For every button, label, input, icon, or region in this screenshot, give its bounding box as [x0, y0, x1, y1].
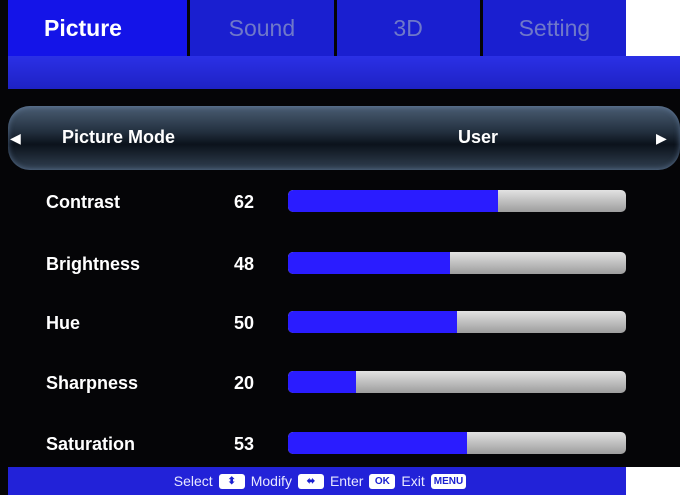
setting-label: Brightness: [46, 254, 141, 274]
contrast-slider[interactable]: [288, 190, 626, 212]
left-right-icon: ⬌: [297, 473, 324, 489]
setting-value: 53: [234, 434, 255, 454]
setting-label: Contrast: [46, 192, 121, 212]
setting-label: Hue: [46, 313, 81, 333]
setting-row-brightness[interactable]: Brightness 48: [0, 244, 680, 284]
slider-fill: [288, 371, 356, 393]
up-down-icon: ⬍: [218, 473, 245, 489]
tab-setting[interactable]: Setting: [482, 0, 626, 56]
top-right-blank: [626, 0, 680, 56]
brightness-slider[interactable]: [288, 252, 626, 274]
tab-picture[interactable]: Picture: [8, 0, 188, 56]
picture-mode-value: User: [458, 127, 499, 147]
triangle-left-icon[interactable]: ◀: [10, 130, 21, 147]
setting-value: 48: [234, 254, 255, 274]
slider-fill: [288, 252, 451, 274]
setting-row-contrast[interactable]: Contrast 62: [0, 182, 680, 222]
slider-fill: [288, 432, 468, 454]
setting-label: Saturation: [46, 434, 136, 454]
setting-value: 20: [234, 373, 255, 393]
setting-row-saturation[interactable]: Saturation 53: [0, 424, 680, 464]
tab-3d[interactable]: 3D: [336, 0, 480, 56]
hue-slider[interactable]: [288, 311, 626, 333]
bottom-right-blank: [626, 467, 680, 495]
menu-key: MENU: [430, 473, 467, 489]
enter-hint: Enter: [329, 473, 364, 489]
header-band: [8, 56, 680, 89]
exit-hint: Exit: [401, 473, 425, 489]
setting-label: Sharpness: [46, 373, 139, 393]
setting-value: 50: [234, 313, 255, 333]
menu-tab-bar: Picture Sound 3D Setting: [8, 0, 626, 56]
saturation-slider[interactable]: [288, 432, 626, 454]
modify-hint: Modify: [250, 473, 292, 489]
sharpness-slider[interactable]: [288, 371, 626, 393]
setting-row-sharpness[interactable]: Sharpness 20: [0, 363, 680, 403]
slider-fill: [288, 311, 457, 333]
picture-mode-label: Picture Mode: [62, 127, 176, 147]
setting-value: 62: [234, 192, 255, 212]
tv-menu-screen: Picture Sound 3D Setting ◀ Picture Mode …: [0, 0, 680, 495]
select-hint: Select: [173, 473, 213, 489]
triangle-right-icon[interactable]: ▶: [656, 130, 667, 147]
key-hint-bar: Select ⬍ Modify ⬌ Enter OK Exit MENU: [8, 467, 626, 495]
tab-sound[interactable]: Sound: [190, 0, 334, 56]
ok-key: OK: [369, 473, 396, 489]
slider-fill: [288, 190, 498, 212]
setting-row-hue[interactable]: Hue 50: [0, 303, 680, 343]
